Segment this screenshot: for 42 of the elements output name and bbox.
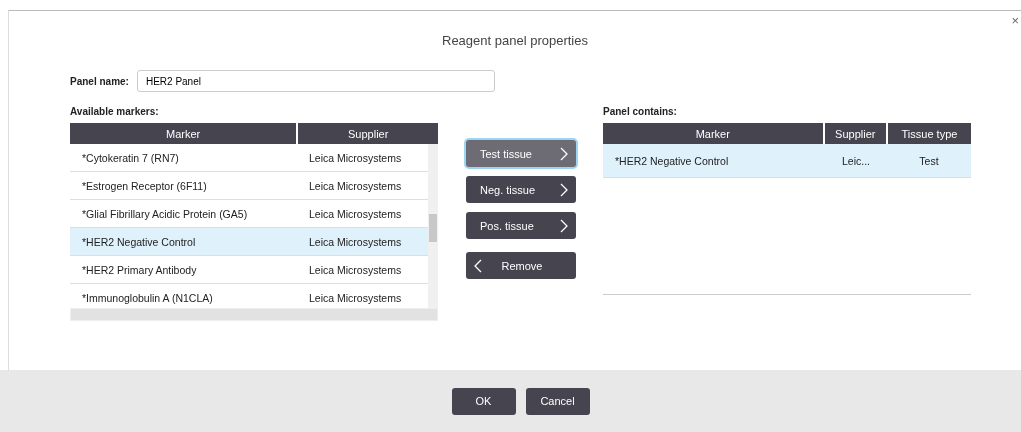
close-button[interactable]: × (1011, 13, 1019, 28)
supplier-name: Leica Microsystems (308, 207, 402, 220)
section-label: Panel contains: (603, 106, 678, 119)
scrollbar-thumb[interactable] (429, 214, 437, 242)
supplier-name: Leica Microsystems (308, 291, 402, 304)
marker-name: *HER2 Primary Antibody (81, 263, 198, 276)
chevron-right-icon (560, 146, 568, 161)
ok-button[interactable]: OK (451, 387, 516, 415)
dialog-title: Reagent panel properties (441, 33, 589, 48)
add-button[interactable]: Test tissue (466, 140, 576, 167)
marker-row[interactable]: *Estrogen Receptor (6F11) Leica Microsystems (70, 172, 428, 200)
panel-name-label: Panel name: (70, 75, 129, 87)
marker-row[interactable]: *HER2 Negative Control Leica Microsystems (70, 228, 428, 256)
vertical-scrollbar[interactable] (428, 144, 438, 308)
remove-button[interactable]: Remove (466, 252, 576, 279)
marker-row[interactable]: *HER2 Primary Antibody Leica Microsystems (70, 256, 428, 284)
horizontal-scrollbar[interactable] (70, 308, 438, 321)
cancel-button[interactable]: Cancel (525, 387, 590, 415)
supplier-name: Leica Microsystems (308, 179, 402, 192)
panel-name-field[interactable]: HER2 Panel (136, 70, 495, 92)
supplier-name: Leica Microsystems (308, 263, 402, 276)
tissue-type: Test (918, 154, 940, 167)
section-label: Available markers: (70, 106, 160, 119)
marker-row[interactable]: *Cytokeratin 7 (RN7) Leica Microsystems (70, 144, 428, 172)
marker-name: *Glial Fibrillary Acidic Protein (GA5) (81, 207, 249, 220)
marker-name: *HER2 Negative Control (614, 154, 730, 167)
marker-name: *Immunoglobulin A (N1CLA) (81, 291, 214, 304)
marker-name: *HER2 Negative Control (81, 235, 197, 248)
supplier-name: Leic... (841, 154, 871, 167)
column-header[interactable]: Supplier (298, 123, 438, 144)
chevron-right-icon (560, 218, 568, 233)
marker-name: *Estrogen Receptor (6F11) (81, 179, 208, 192)
panel-row[interactable]: *HER2 Negative Control Leic... Test (603, 144, 971, 178)
add-button[interactable]: Neg. tissue (466, 176, 576, 203)
column-header[interactable]: Marker (70, 123, 299, 144)
column-header[interactable]: Tissue type (887, 123, 971, 144)
supplier-name: Leica Microsystems (308, 151, 402, 164)
marker-name: *Cytokeratin 7 (RN7) (81, 151, 180, 164)
chevron-right-icon (560, 182, 568, 197)
supplier-name: Leica Microsystems (308, 235, 402, 248)
add-button[interactable]: Pos. tissue (466, 212, 576, 239)
chevron-left-icon (474, 258, 482, 273)
